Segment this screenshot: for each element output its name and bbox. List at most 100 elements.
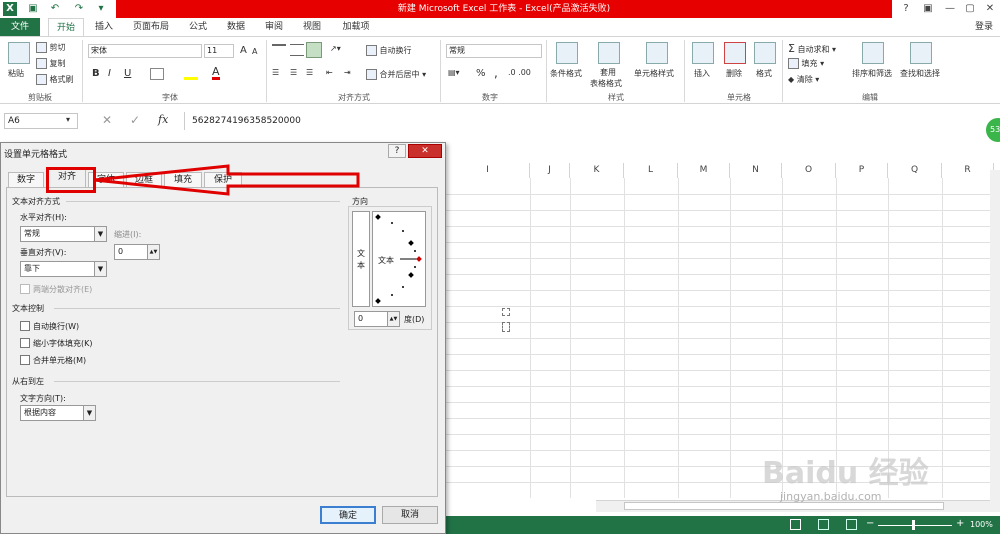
column-header[interactable]: J (530, 163, 570, 178)
wrap-text-checkbox[interactable] (20, 321, 30, 331)
login-link[interactable]: 登录 (970, 18, 998, 36)
tab-data[interactable]: 数据 (222, 18, 250, 36)
page-break-view-icon[interactable] (846, 519, 857, 530)
font-size-combo[interactable]: 11 (204, 44, 234, 58)
border-icon[interactable] (150, 68, 164, 80)
delete-cells-icon[interactable] (724, 42, 746, 64)
shrink-font-button[interactable]: A (252, 47, 257, 56)
align-top-icon[interactable] (272, 44, 286, 56)
notification-badge[interactable]: 53 (986, 118, 1000, 142)
distributed-checkbox[interactable] (20, 284, 30, 294)
confirm-entry-icon[interactable]: ✓ (130, 113, 140, 127)
zoom-level[interactable]: 100% (970, 520, 993, 529)
redo-icon[interactable]: ↷ (72, 2, 86, 16)
fill-button[interactable]: 填充 ▾ (788, 58, 824, 69)
conditional-format-icon[interactable] (556, 42, 578, 64)
column-header[interactable]: P (836, 163, 888, 178)
tab-home[interactable]: 开始 (48, 18, 84, 36)
number-format-combo[interactable]: 常规 (446, 44, 542, 58)
normal-view-icon[interactable] (790, 519, 801, 530)
cancel-entry-icon[interactable]: ✕ (102, 113, 112, 127)
italic-button[interactable]: I (108, 68, 111, 79)
dialog-help-button[interactable]: ? (388, 144, 406, 158)
clear-button[interactable]: ◆ 清除 ▾ (788, 74, 819, 85)
column-header[interactable]: K (570, 163, 624, 178)
text-direction-select[interactable]: 根据内容 ▼ (20, 405, 96, 421)
table-format-label-1[interactable]: 套用 (600, 67, 616, 78)
column-header[interactable]: R (942, 163, 994, 178)
merge-checkbox[interactable] (20, 355, 30, 365)
merge-center-button[interactable]: 合并后居中 ▾ (366, 69, 426, 80)
degrees-spinner[interactable]: 0 ▲▼ (354, 311, 400, 327)
undo-icon[interactable]: ↶ (48, 2, 62, 16)
delete-cells-button[interactable]: 删除 (726, 68, 742, 79)
horizontal-align-select[interactable]: 常规 ▼ (20, 226, 107, 242)
cancel-button[interactable]: 取消 (382, 506, 438, 524)
align-center-icon[interactable]: ☰ (290, 68, 297, 77)
copy-button[interactable]: 复制 (36, 58, 66, 69)
grow-font-button[interactable]: A (240, 45, 247, 56)
maximize-icon[interactable]: ▢ (960, 1, 980, 17)
decrease-indent-icon[interactable]: ⇤ (326, 68, 333, 77)
orientation-icon[interactable]: ↗▾ (330, 44, 341, 53)
shrink-checkbox[interactable] (20, 338, 30, 348)
tab-insert[interactable]: 插入 (90, 18, 118, 36)
cell-styles-button[interactable]: 单元格样式 (634, 68, 674, 79)
table-format-icon[interactable] (598, 42, 620, 64)
column-header[interactable]: M (678, 163, 730, 178)
table-format-label-2[interactable]: 表格格式 (590, 78, 622, 89)
insert-cells-button[interactable]: 插入 (694, 68, 710, 79)
name-box-dropdown-icon[interactable]: ▾ (66, 115, 70, 124)
save-icon[interactable]: ▣ (26, 2, 40, 16)
tab-file[interactable]: 文件 (0, 18, 40, 36)
font-color-icon[interactable]: A (212, 66, 220, 80)
ok-button[interactable]: 确定 (320, 506, 376, 524)
column-header[interactable]: Q (888, 163, 942, 178)
help-icon[interactable]: ? (896, 1, 916, 17)
cell-styles-icon[interactable] (646, 42, 668, 64)
tab-addins[interactable]: 加载项 (336, 18, 376, 36)
column-header[interactable]: O (782, 163, 836, 178)
page-layout-view-icon[interactable] (818, 519, 829, 530)
vertical-scrollbar[interactable] (990, 170, 1000, 512)
tab-formulas[interactable]: 公式 (184, 18, 212, 36)
paste-icon[interactable] (8, 42, 30, 64)
vertical-align-select[interactable]: 靠下 ▼ (20, 261, 107, 277)
zoom-slider-thumb[interactable] (912, 520, 915, 530)
increase-indent-icon[interactable]: ⇥ (344, 68, 351, 77)
minimize-icon[interactable]: — (940, 1, 960, 17)
align-right-icon[interactable]: ☰ (306, 68, 313, 77)
format-cells-icon[interactable] (754, 42, 776, 64)
align-bottom-icon[interactable] (306, 42, 322, 58)
sort-filter-button[interactable]: 排序和筛选 (852, 68, 892, 79)
zoom-in-icon[interactable]: + (956, 518, 964, 529)
ribbon-display-icon[interactable]: ▣ (918, 1, 938, 17)
autosum-button[interactable]: Σ 自动求和 ▾ (788, 42, 836, 55)
scroll-thumb[interactable] (624, 502, 944, 510)
sort-filter-icon[interactable] (862, 42, 884, 64)
customize-qat-icon[interactable]: ▾ (94, 2, 108, 16)
currency-icon[interactable]: ▤▾ (448, 68, 460, 77)
comma-button[interactable]: , (494, 66, 498, 80)
wrap-text-button[interactable]: 自动换行 (366, 45, 412, 56)
column-header[interactable]: N (730, 163, 782, 178)
column-header[interactable]: I (446, 163, 530, 178)
cut-button[interactable]: 剪切 (36, 42, 66, 53)
bold-button[interactable]: B (92, 68, 100, 79)
insert-function-icon[interactable]: fx (158, 113, 168, 126)
indent-spinner[interactable]: 0 ▲▼ (114, 244, 160, 260)
align-middle-icon[interactable] (290, 44, 304, 56)
zoom-slider[interactable] (878, 525, 952, 526)
underline-button[interactable]: U (124, 68, 131, 79)
paste-button[interactable]: 粘贴 (8, 68, 24, 79)
tab-page-layout[interactable]: 页面布局 (128, 18, 174, 36)
zoom-out-icon[interactable]: − (866, 518, 874, 529)
align-left-icon[interactable]: ☰ (272, 68, 279, 77)
tab-review[interactable]: 审阅 (260, 18, 288, 36)
dialog-tab-number[interactable]: 数字 (8, 172, 44, 188)
insert-cells-icon[interactable] (692, 42, 714, 64)
formula-input[interactable]: 5628274196358520000 (192, 113, 301, 129)
close-icon[interactable]: ✕ (980, 1, 1000, 17)
font-name-combo[interactable]: 宋体 (88, 44, 202, 58)
fill-color-icon[interactable] (184, 68, 198, 80)
